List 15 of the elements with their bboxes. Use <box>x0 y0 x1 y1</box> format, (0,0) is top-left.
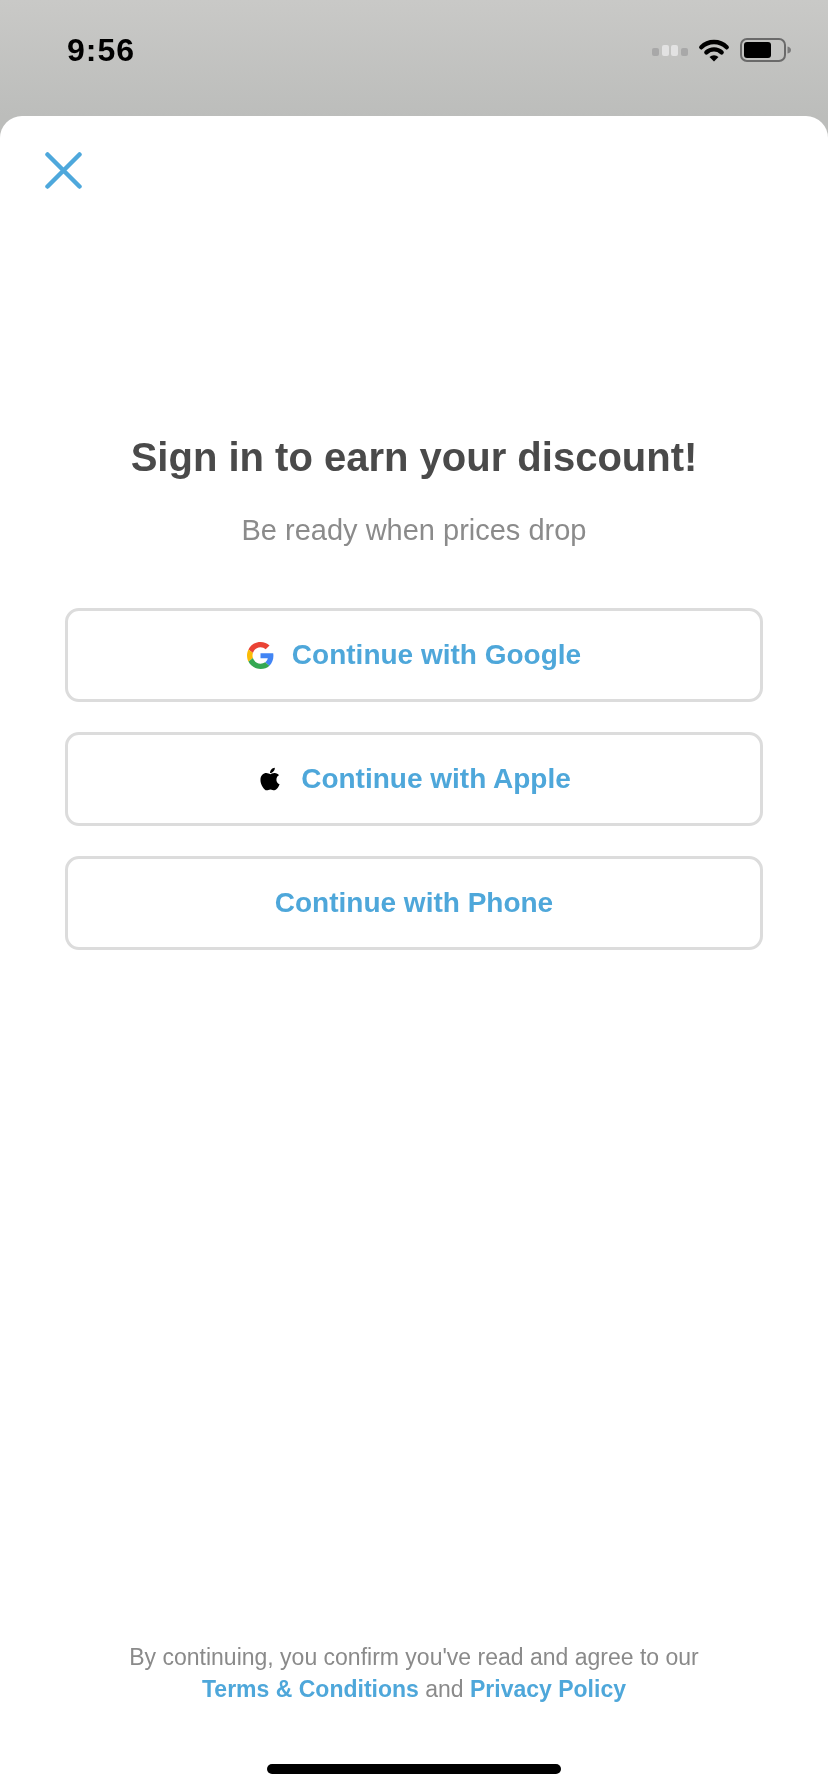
legal-notice: By continuing, you confirm you've read and agree to our Terms & Conditions and Privacy Policy <box>128 1643 700 1704</box>
legal-link[interactable]: Privacy Policy <box>470 1676 626 1702</box>
continue-button[interactable]: Continue with Apple <box>65 732 763 826</box>
close-button[interactable] <box>45 152 82 189</box>
signal-icon <box>652 44 688 56</box>
wifi-icon <box>698 38 730 62</box>
battery-icon <box>740 38 792 62</box>
continue-button[interactable]: Continue with Google <box>65 608 763 702</box>
legal-link[interactable]: Terms & Conditions <box>202 1676 419 1702</box>
sheet-title: Sign in to earn your discount! <box>129 435 699 479</box>
g-logo-icon <box>246 641 274 669</box>
close-icon <box>45 152 82 189</box>
sheet-subtitle: Be ready when prices drop <box>240 513 588 547</box>
continue-button[interactable]: Continue with Phone <box>65 856 763 950</box>
status-time: 9:56 <box>67 31 136 69</box>
